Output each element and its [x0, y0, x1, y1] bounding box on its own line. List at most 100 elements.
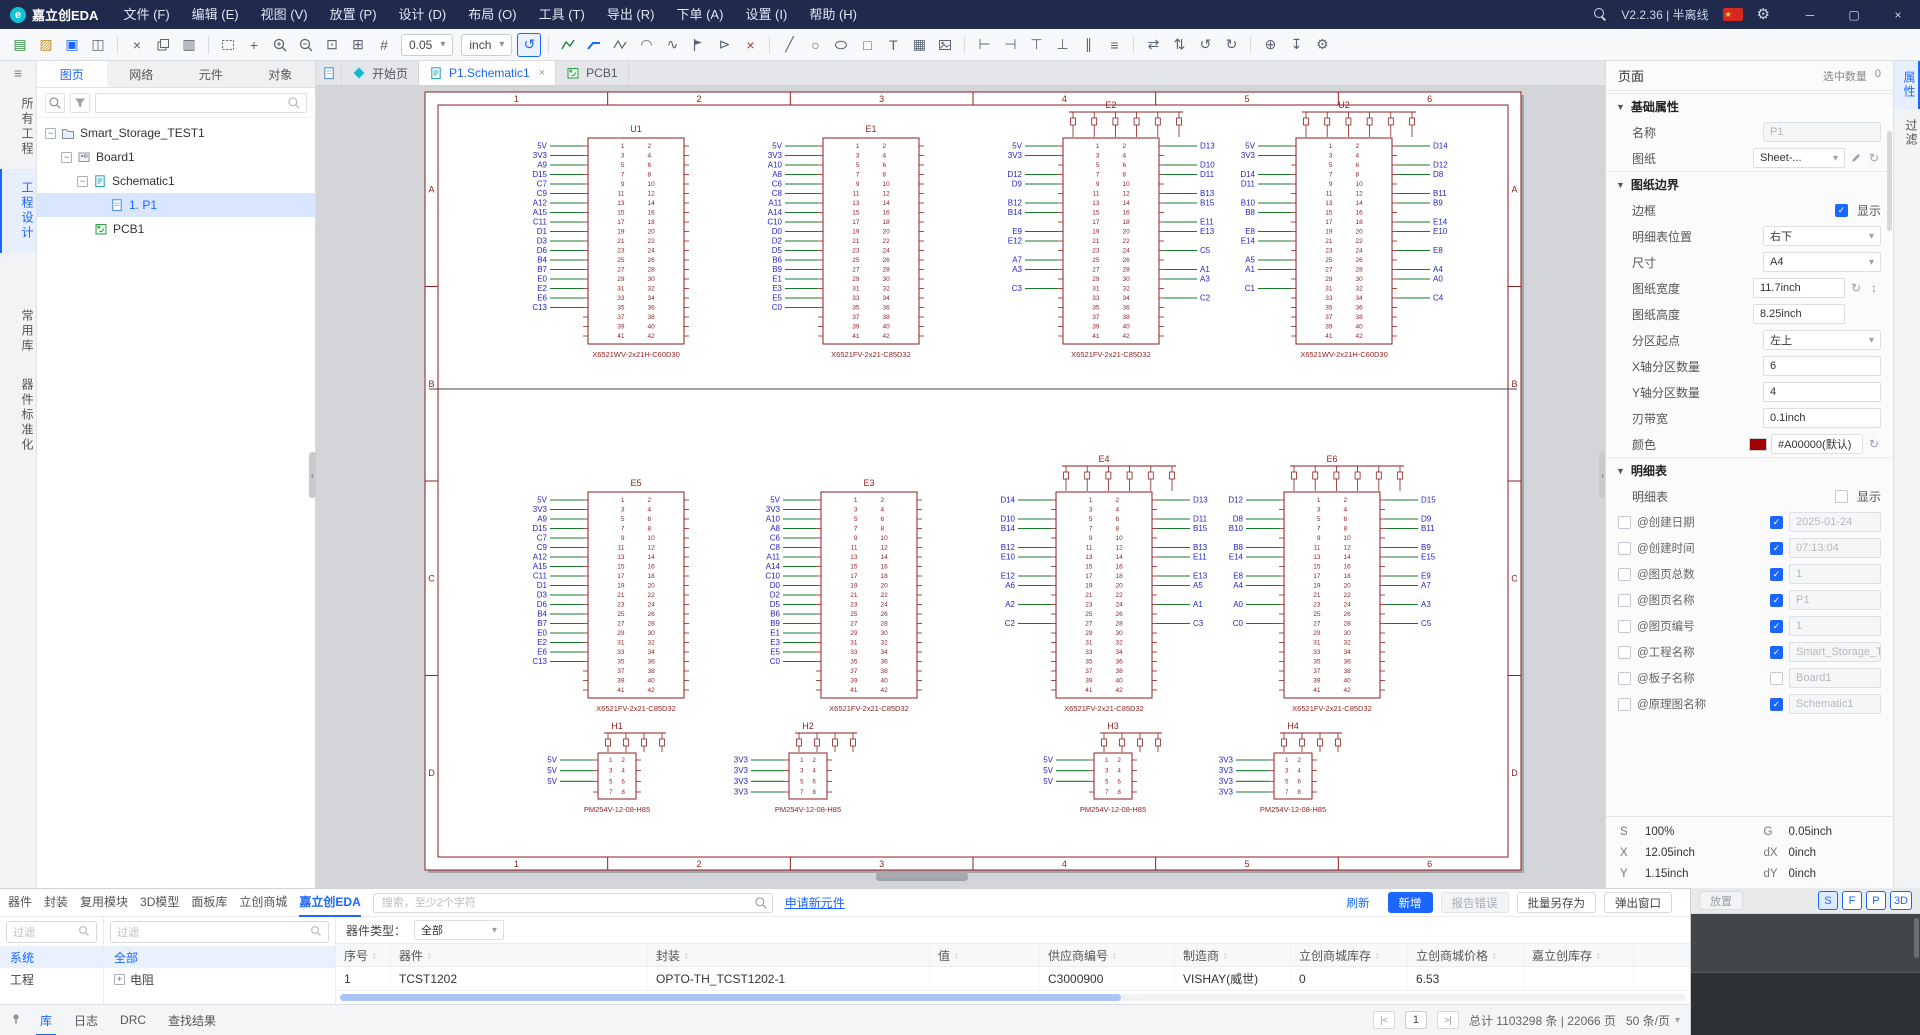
- pin-panel-icon[interactable]: [10, 1013, 22, 1028]
- no-connect-icon[interactable]: ×: [738, 33, 762, 57]
- doc-tab-2[interactable]: PCB1: [556, 61, 628, 85]
- mirror-h-icon[interactable]: ⇄: [1141, 33, 1165, 57]
- checkbox[interactable]: [1770, 542, 1783, 555]
- search-icon[interactable]: [1594, 8, 1607, 21]
- paste-icon[interactable]: ▥: [177, 33, 201, 57]
- menu-item-10[interactable]: 帮助 (H): [798, 0, 868, 29]
- filter-input[interactable]: 过滤: [110, 921, 329, 943]
- preview-toggle-F[interactable]: F: [1842, 891, 1862, 910]
- minimize-button[interactable]: ─: [1788, 0, 1832, 29]
- menu-item-4[interactable]: 设计 (D): [388, 0, 458, 29]
- column-header-3[interactable]: 值↕: [930, 944, 1040, 966]
- copy-icon[interactable]: [151, 33, 175, 57]
- menu-item-1[interactable]: 编辑 (E): [181, 0, 250, 29]
- tree-item-1[interactable]: −Board1: [37, 145, 315, 169]
- value-input[interactable]: 11.7inch: [1753, 278, 1845, 298]
- project-search-input[interactable]: [95, 93, 307, 113]
- expand-icon[interactable]: +: [114, 974, 125, 985]
- menu-item-8[interactable]: 下单 (A): [665, 0, 734, 29]
- preview-toggle-3D[interactable]: 3D: [1890, 891, 1912, 910]
- left-strip-tab-2[interactable]: 常用库: [0, 297, 36, 366]
- move-icon[interactable]: +: [242, 33, 266, 57]
- swap-icon[interactable]: ↕: [1867, 281, 1881, 295]
- preview-toggle-P[interactable]: P: [1866, 891, 1886, 910]
- circle-icon[interactable]: ○: [803, 33, 827, 57]
- panel-tab-3[interactable]: 对象: [246, 61, 316, 87]
- sort-icon[interactable]: ↕: [372, 950, 377, 960]
- right-strip-tab-1[interactable]: 过滤: [1894, 109, 1920, 157]
- status-tab-2[interactable]: DRC: [116, 1005, 150, 1035]
- column-header-2[interactable]: 封装↕: [648, 944, 930, 966]
- current-page[interactable]: 1: [1405, 1011, 1427, 1029]
- bezier-icon[interactable]: ∿: [660, 33, 684, 57]
- align-right-icon[interactable]: ⊣: [998, 33, 1022, 57]
- polyline-icon[interactable]: [608, 33, 632, 57]
- distribute-h-icon[interactable]: ∥: [1076, 33, 1100, 57]
- color-swatch[interactable]: [1749, 438, 1767, 451]
- action-button-3[interactable]: 批量另存为: [1517, 892, 1597, 913]
- value-input[interactable]: 1: [1789, 564, 1881, 584]
- value-input[interactable]: 6: [1763, 356, 1881, 376]
- schematic-canvas[interactable]: 112233445566AABBCCDD125V343V356A978D1591…: [316, 86, 1605, 888]
- source-item-0[interactable]: 系统: [0, 946, 103, 968]
- properties-scrollbar[interactable]: [1887, 131, 1892, 231]
- checkbox[interactable]: [1618, 594, 1631, 607]
- column-header-0[interactable]: 序号↕: [336, 944, 391, 966]
- class-item-1[interactable]: +电阻: [104, 968, 335, 990]
- left-strip-tab-0[interactable]: 所有工程: [0, 85, 36, 169]
- first-page-button[interactable]: |<: [1373, 1011, 1395, 1029]
- value-input[interactable]: Board1: [1789, 668, 1881, 688]
- bus-icon[interactable]: [582, 33, 606, 57]
- new-file-icon[interactable]: ▤: [8, 33, 32, 57]
- new-document-icon[interactable]: [316, 61, 342, 85]
- checkbox[interactable]: [1618, 698, 1631, 711]
- pencil-icon[interactable]: [1849, 151, 1863, 166]
- library-tab-6[interactable]: 嘉立创EDA: [299, 889, 360, 917]
- cut-icon[interactable]: ×: [125, 33, 149, 57]
- dropdown-select[interactable]: 左上: [1763, 330, 1881, 350]
- library-tab-5[interactable]: 立创商城: [239, 889, 287, 917]
- sort-icon[interactable]: ↕: [427, 950, 432, 960]
- action-button-0[interactable]: 刷新: [1337, 892, 1380, 913]
- close-button[interactable]: ×: [1876, 0, 1920, 29]
- checkbox[interactable]: [1770, 620, 1783, 633]
- action-button-1[interactable]: 新增: [1388, 892, 1433, 913]
- rotate-ccw-icon[interactable]: ↺: [1193, 33, 1217, 57]
- right-strip-tab-0[interactable]: 属性: [1894, 61, 1920, 109]
- search-icon[interactable]: [754, 896, 768, 913]
- sort-icon[interactable]: ↕: [684, 950, 689, 960]
- unit-select[interactable]: inch: [461, 34, 512, 56]
- menu-item-3[interactable]: 放置 (P): [319, 0, 388, 29]
- preview-scrollbar[interactable]: [1914, 918, 1919, 958]
- search-icon[interactable]: [45, 93, 65, 113]
- rotate-cw-icon[interactable]: ↻: [1219, 33, 1243, 57]
- checkbox[interactable]: [1618, 542, 1631, 555]
- panel-tab-2[interactable]: 元件: [176, 61, 246, 87]
- checkbox[interactable]: [1618, 516, 1631, 529]
- checkbox[interactable]: [1770, 568, 1783, 581]
- ellipse-icon[interactable]: [829, 33, 853, 57]
- status-tab-1[interactable]: 日志: [70, 1005, 102, 1035]
- net-port-icon[interactable]: ⊳: [712, 33, 736, 57]
- table-row[interactable]: 1TCST1202OPTO-TH_TCST1202-1C3000900VISHA…: [336, 967, 1690, 991]
- language-flag-icon[interactable]: ★: [1723, 8, 1743, 21]
- checkbox[interactable]: [1835, 204, 1848, 217]
- align-left-icon[interactable]: ⊢: [972, 33, 996, 57]
- arc-icon[interactable]: ◠: [634, 33, 658, 57]
- value-input[interactable]: P1: [1763, 122, 1881, 142]
- checkbox[interactable]: [1618, 568, 1631, 581]
- checkbox[interactable]: [1618, 620, 1631, 633]
- table-horizontal-scrollbar[interactable]: [340, 994, 1686, 1001]
- zoom-out-icon[interactable]: [294, 33, 318, 57]
- dropdown-select[interactable]: Sheet-...: [1753, 148, 1845, 168]
- panel-tab-1[interactable]: 网络: [107, 61, 177, 87]
- status-tab-0[interactable]: 库: [36, 1005, 56, 1035]
- select-area-icon[interactable]: [216, 33, 240, 57]
- tree-expander-icon[interactable]: −: [45, 128, 56, 139]
- table-icon[interactable]: ▦: [907, 33, 931, 57]
- settings-gear-icon[interactable]: ⚙: [1757, 7, 1770, 22]
- left-strip-tab-1[interactable]: 工程设计: [0, 169, 36, 253]
- mirror-v-icon[interactable]: ⇅: [1167, 33, 1191, 57]
- sheet-new-icon[interactable]: ⊕: [1258, 33, 1282, 57]
- value-input[interactable]: Smart_Storage_TE: [1789, 642, 1881, 662]
